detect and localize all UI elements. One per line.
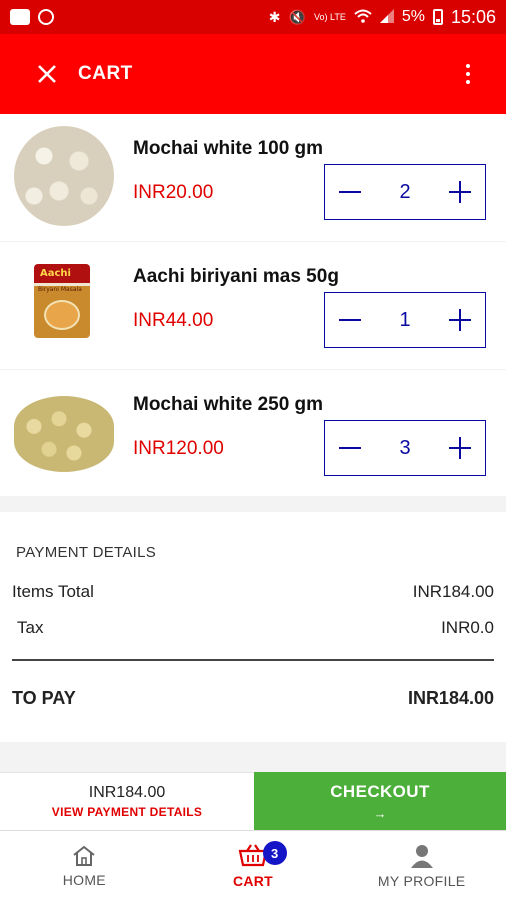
cart-item: Aachi Biryani Masala Aachi biriyani mas … xyxy=(0,242,506,370)
quantity-stepper: 1 xyxy=(324,292,486,348)
page-title: CART xyxy=(78,63,133,84)
quantity-value: 1 xyxy=(399,308,411,331)
increment-button[interactable] xyxy=(447,179,473,205)
items-total-value: INR184.00 xyxy=(412,582,494,601)
packet-subtitle: Biryani Masala xyxy=(38,286,82,293)
packet-brand: Aachi xyxy=(40,268,71,279)
mute-icon: 🔇 xyxy=(288,8,306,25)
status-system: ✱ 🔇 Vo) LTE 5% 15:06 xyxy=(269,7,496,28)
nav-home[interactable]: HOME xyxy=(0,831,169,900)
status-notifications xyxy=(10,9,54,25)
nav-cart[interactable]: 3 CART xyxy=(169,831,338,900)
status-bar: ✱ 🔇 Vo) LTE 5% 15:06 xyxy=(0,0,506,34)
checkout-summary: INR184.00 VIEW PAYMENT DETAILS xyxy=(0,772,254,830)
nav-cart-label: CART xyxy=(232,872,274,889)
cart-item: Mochai white 250 gm INR120.00 3 xyxy=(0,370,506,498)
wifi-icon xyxy=(354,9,372,26)
packet-plate-graphic xyxy=(44,300,80,330)
nav-profile[interactable]: MY PROFILE xyxy=(337,831,506,900)
product-name: Aachi biriyani mas 50g xyxy=(133,266,339,287)
battery-icon xyxy=(432,9,443,25)
cart-item: Mochai white 100 gm INR20.00 2 xyxy=(0,114,506,242)
items-total-row: Items Total INR184.00 xyxy=(12,582,494,602)
product-price: INR44.00 xyxy=(133,310,214,331)
to-pay-value: INR184.00 xyxy=(407,688,494,708)
product-image xyxy=(14,126,114,226)
product-price: INR120.00 xyxy=(133,438,224,459)
product-price: INR20.00 xyxy=(133,182,214,203)
quantity-stepper: 3 xyxy=(324,420,486,476)
section-separator xyxy=(0,496,506,512)
profile-icon xyxy=(410,844,433,868)
summary-total: INR184.00 xyxy=(88,784,166,801)
battery-percent: 5% xyxy=(401,8,425,25)
product-image: Aachi Biryani Masala xyxy=(34,264,90,338)
notification-app-icon xyxy=(10,9,30,25)
to-pay-row: TO PAY INR184.00 xyxy=(12,688,494,709)
tax-row: Tax INR0.0 xyxy=(12,618,494,638)
payment-details: PAYMENT DETAILS Items Total INR184.00 Ta… xyxy=(0,512,506,742)
tax-value: INR0.0 xyxy=(441,618,494,637)
home-icon xyxy=(73,845,95,866)
items-total-label: Items Total xyxy=(12,582,94,601)
product-image xyxy=(14,396,114,472)
nav-profile-label: MY PROFILE xyxy=(377,872,466,889)
section-separator xyxy=(0,742,506,772)
checkout-label: CHECKOUT xyxy=(330,781,430,801)
view-payment-details-link[interactable]: VIEW PAYMENT DETAILS xyxy=(52,805,202,819)
checkout-bar: INR184.00 VIEW PAYMENT DETAILS CHECKOUT … xyxy=(0,772,506,830)
quantity-value: 3 xyxy=(399,436,411,459)
product-name: Mochai white 100 gm xyxy=(133,138,324,159)
product-name: Mochai white 250 gm xyxy=(133,394,324,415)
decrement-button[interactable] xyxy=(337,307,363,333)
increment-button[interactable] xyxy=(447,435,473,461)
app-bar: CART xyxy=(0,34,506,114)
cart-count-badge: 3 xyxy=(262,841,287,865)
cart-list: Mochai white 100 gm INR20.00 2 Aachi Bir… xyxy=(0,114,506,498)
tax-label: Tax xyxy=(17,618,44,637)
payment-heading: PAYMENT DETAILS xyxy=(16,544,157,561)
decrement-button[interactable] xyxy=(337,179,363,205)
bluetooth-icon: ✱ xyxy=(268,8,281,25)
divider xyxy=(12,659,494,661)
checkout-button[interactable]: CHECKOUT → xyxy=(254,772,506,830)
bottom-nav: HOME 3 CART MY PROFILE xyxy=(0,830,506,900)
quantity-stepper: 2 xyxy=(324,164,486,220)
arrow-right-icon: → xyxy=(373,805,387,821)
close-icon xyxy=(38,65,56,83)
close-button[interactable] xyxy=(30,57,64,91)
increment-button[interactable] xyxy=(447,307,473,333)
volte-label: Vo) LTE xyxy=(313,12,346,22)
nav-home-label: HOME xyxy=(62,871,106,888)
to-pay-label: TO PAY xyxy=(12,688,76,708)
decrement-button[interactable] xyxy=(337,435,363,461)
clock: 15:06 xyxy=(450,6,496,27)
signal-icon xyxy=(379,8,394,26)
more-vert-icon[interactable] xyxy=(456,57,480,91)
notification-circle-icon xyxy=(38,9,54,25)
quantity-value: 2 xyxy=(399,180,411,203)
